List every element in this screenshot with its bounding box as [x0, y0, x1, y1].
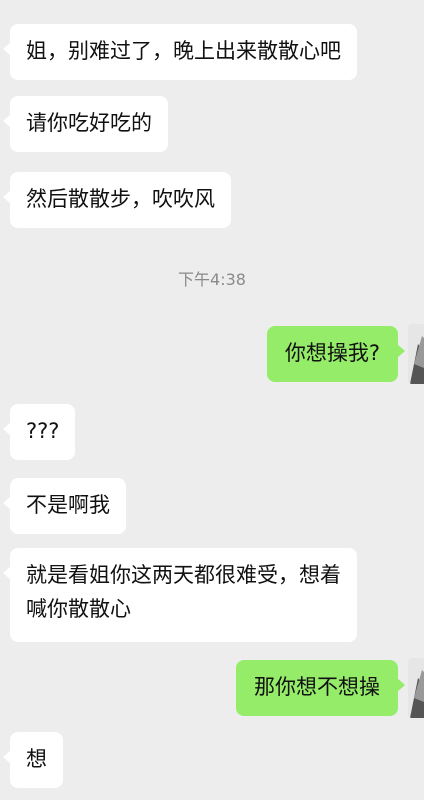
message-bubble-received[interactable]: 不是啊我 [3, 478, 126, 534]
message-bubble-received[interactable]: 然后散散步，吹吹风 [3, 172, 231, 228]
message-bubble-received[interactable]: 请你吃好吃的 [3, 96, 168, 152]
message-bubble-received[interactable]: 就是看姐你这两天都很难受，想着 喊你散散心 [3, 548, 357, 642]
chat-area: 姐，别难过了，晚上出来散散心吧 请你吃好吃的 然后散散步，吹吹风 下午4:38 … [0, 0, 424, 800]
message-bubble-received[interactable]: ??? [2, 404, 76, 460]
avatar[interactable] [408, 658, 424, 718]
message-bubble-sent[interactable]: 你想操我? [266, 326, 406, 382]
timestamp: 下午4:38 [178, 270, 246, 289]
avatar-icon [408, 324, 424, 384]
message-bubble-sent[interactable]: 那你想不想操 [236, 660, 405, 716]
message-bubble-received[interactable]: 想 [3, 732, 63, 788]
avatar[interactable] [408, 324, 424, 384]
message-bubble-received[interactable]: 姐，别难过了，晚上出来散散心吧 [3, 24, 357, 80]
avatar-icon [408, 658, 424, 718]
